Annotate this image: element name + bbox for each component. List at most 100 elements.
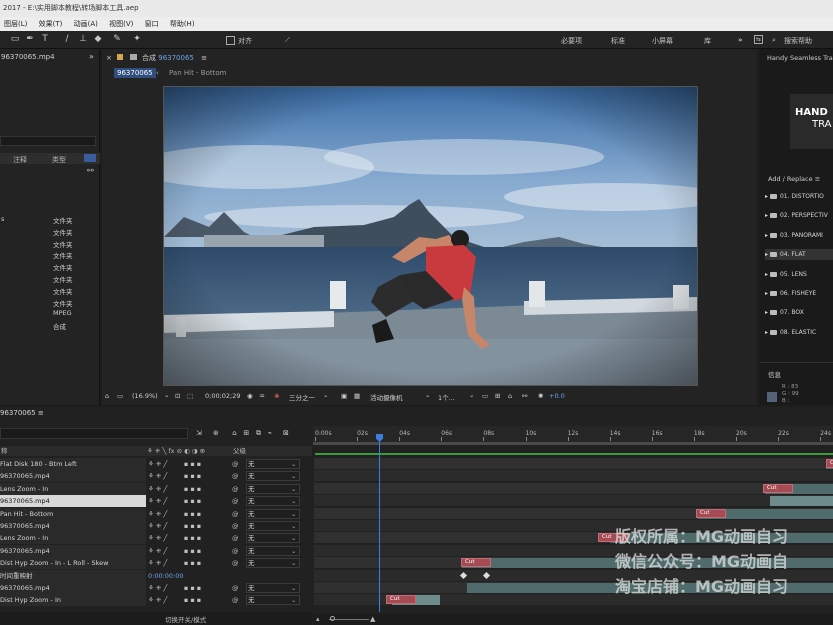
layer-name[interactable]: 96370065.mp4 <box>0 545 50 557</box>
cut-marker[interactable]: Cut <box>461 558 491 568</box>
cut-marker[interactable]: Cut <box>386 595 416 605</box>
time-remap-value[interactable]: 0:00:00:00 <box>148 570 184 582</box>
layer-name[interactable]: 96370065.mp4 <box>0 520 50 532</box>
pixel-aspect-icon[interactable]: ▭ <box>482 392 488 400</box>
layer-switches[interactable]: ⚘ ⁜ ╱ ▪ ▪ ▪ <box>148 495 201 507</box>
clone-stamp-icon[interactable]: ⊥ <box>78 34 88 45</box>
info-panel-title[interactable]: 信息 <box>768 369 781 379</box>
project-row-type[interactable]: 文件夹 <box>53 227 73 237</box>
menu-animation[interactable]: 动画(A) <box>74 20 98 28</box>
puppet-tool-icon[interactable]: ✦ <box>132 34 142 45</box>
parent-chevron-icon[interactable]: ⌄ <box>291 582 296 594</box>
panel-menu-icon[interactable]: » <box>89 52 94 61</box>
zoom-chevron-icon[interactable]: ⌄ <box>164 391 169 399</box>
cut-marker[interactable]: Cut <box>696 508 726 518</box>
timeline-tab[interactable]: 96370065 ≡ <box>0 409 50 417</box>
comp-tab[interactable]: 合成 96370065 ≡ <box>142 53 207 63</box>
transition-category-item[interactable]: ▸ 08. ELASTIC <box>765 327 833 338</box>
parent-chevron-icon[interactable]: ⌄ <box>291 483 296 495</box>
project-row-type[interactable]: 文件夹 <box>53 262 73 272</box>
expand-arrow-icon[interactable]: ▸ <box>765 232 768 239</box>
pickwhip-icon[interactable]: @ <box>232 495 239 507</box>
eraser-tool-icon[interactable]: ◆ <box>93 34 103 45</box>
channel-icon[interactable]: ❀ <box>274 392 279 400</box>
layer-row[interactable]: Lens Zoom - In ⚘ ⁜ ╱ ▪ ▪ ▪ @ 无 ⌄ <box>0 532 312 545</box>
pickwhip-icon[interactable]: @ <box>232 582 239 594</box>
project-row-type[interactable]: 文件夹 <box>53 274 73 284</box>
layer-row[interactable]: 时间重映射 0:00:00:00 <box>0 569 312 582</box>
parent-chevron-icon[interactable]: ⌄ <box>291 470 296 482</box>
expand-arrow-icon[interactable]: ▸ <box>765 329 768 336</box>
layer-switches[interactable]: ⚘ ⁜ ╱ ▪ ▪ ▪ <box>148 520 201 532</box>
pickwhip-icon[interactable]: @ <box>232 532 239 544</box>
expand-arrow-icon[interactable]: ▸ <box>765 271 768 278</box>
workspace-standard[interactable]: 标准 <box>611 36 625 46</box>
always-preview-icon[interactable]: ⌂ <box>105 392 109 400</box>
draft-3d-icon[interactable]: ⧉ <box>256 429 261 437</box>
flowchart-icon[interactable]: ⚯ <box>87 166 94 175</box>
roto-brush-icon[interactable]: ✎ <box>112 34 122 45</box>
col-parent[interactable]: 父级 <box>233 446 246 456</box>
show-snapshot-icon[interactable]: ♒ <box>259 392 265 400</box>
project-row-type[interactable]: 文件夹 <box>53 215 73 225</box>
layer-name[interactable]: 96370065.mp4 <box>0 470 50 482</box>
expand-arrow-icon[interactable]: ▸ <box>765 251 768 258</box>
curve-icon[interactable]: ⊠ <box>283 429 289 437</box>
pickwhip-icon[interactable]: @ <box>232 470 239 482</box>
layer-switches[interactable]: ⚘ ⁜ ╱ ▪ ▪ ▪ <box>148 582 201 594</box>
parent-chevron-icon[interactable]: ⌄ <box>291 594 296 606</box>
expand-arrow-icon[interactable]: ▸ <box>765 290 768 297</box>
search-help-input[interactable]: 搜索帮助 <box>784 36 812 46</box>
col-note[interactable]: 注释 <box>13 155 27 165</box>
mask-icon[interactable]: ⬚ <box>187 392 193 400</box>
layer-switches[interactable]: ⚘ ⁜ ╱ ▪ ▪ ▪ <box>148 557 201 569</box>
frame-blend-icon[interactable]: ⊞ <box>243 429 249 437</box>
layer-duration-bar[interactable] <box>770 496 833 507</box>
menu-help[interactable]: 帮助(H) <box>170 20 195 28</box>
layer-name[interactable]: Lens Zoom - In <box>0 483 48 495</box>
pickwhip-icon[interactable]: @ <box>232 483 239 495</box>
flowchart-view-icon[interactable]: ⚯ <box>522 392 527 400</box>
parent-chevron-icon[interactable]: ⌄ <box>291 532 296 544</box>
timeline-icon[interactable]: ⌂ <box>508 392 512 400</box>
transition-category-item[interactable]: ▸ 01. DISTORTIO <box>765 191 833 202</box>
pickwhip-icon[interactable]: @ <box>232 520 239 532</box>
expand-arrow-icon[interactable]: ▸ <box>765 212 768 219</box>
parent-chevron-icon[interactable]: ⌄ <box>291 495 296 507</box>
exposure-value[interactable]: +0.0 <box>549 392 565 400</box>
snap-checkbox[interactable] <box>226 36 235 45</box>
resolution-dropdown[interactable]: 三分之一 <box>289 392 315 402</box>
search-icon[interactable]: ⌕ <box>772 36 776 45</box>
tab-menu-icon[interactable]: ≡ <box>201 54 207 62</box>
cut-marker[interactable]: Cut <box>763 483 793 493</box>
pickwhip-icon[interactable]: @ <box>232 594 239 606</box>
add-replace-menu[interactable]: Add / Replace ≡ <box>768 175 820 183</box>
layer-row[interactable]: 96370065.mp4 ⚘ ⁜ ╱ ▪ ▪ ▪ @ 无 ⌄ <box>0 544 312 557</box>
graph-editor-icon[interactable]: ⌁ <box>268 429 272 437</box>
layer-name[interactable]: 96370065.mp4 <box>0 495 50 507</box>
zoom-slider-knob[interactable] <box>330 616 335 621</box>
menu-effect[interactable]: 效果(T) <box>39 20 63 28</box>
brush-tool-icon[interactable]: ∕ <box>62 34 72 45</box>
workspace-small-screen[interactable]: 小屏幕 <box>652 36 673 46</box>
transition-category-item[interactable]: ▸ 07. BOX <box>765 307 833 318</box>
lock-icon[interactable] <box>130 54 137 60</box>
snap-options-icon[interactable]: ⟋ <box>285 36 290 45</box>
layer-row[interactable]: Dist Hyp Zoom - In ⚘ ⁜ ╱ ▪ ▪ ▪ @ 无 ⌄ <box>0 594 312 607</box>
tab-menu-icon[interactable]: ≡ <box>38 409 44 417</box>
view-layout-dropdown[interactable]: 1个... <box>438 392 455 402</box>
col-layer-name[interactable]: 称 <box>1 446 8 456</box>
camera-chevron-icon[interactable]: ⌄ <box>425 391 430 399</box>
breadcrumb-active[interactable]: 96370065 <box>114 68 156 78</box>
sync-icon[interactable]: ⇆ <box>754 35 764 44</box>
layer-row[interactable]: 96370065.mp4 ⚘ ⁜ ╱ ▪ ▪ ▪ @ 无 ⌄ <box>0 495 312 508</box>
layer-switches[interactable]: ⚘ ⁜ ╱ ▪ ▪ ▪ <box>148 508 201 520</box>
transition-category-item[interactable]: ▸ 02. PERSPECTIV <box>765 210 833 221</box>
layer-row[interactable]: 96370065.mp4 ⚘ ⁜ ╱ ▪ ▪ ▪ @ 无 ⌄ <box>0 520 312 532</box>
more-workspaces-icon[interactable]: » <box>738 36 743 44</box>
layer-name[interactable]: Pan Hit - Bottom <box>0 508 53 520</box>
layer-name[interactable]: 96370065.mp4 <box>0 582 50 594</box>
shy-icon[interactable]: ⌂ <box>232 429 236 437</box>
timeline-search-input[interactable] <box>0 428 188 439</box>
parent-chevron-icon[interactable]: ⌄ <box>291 545 296 557</box>
